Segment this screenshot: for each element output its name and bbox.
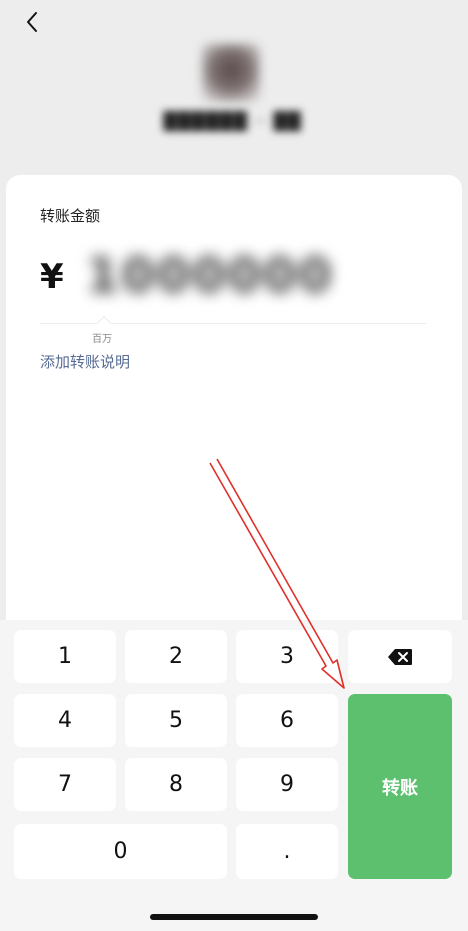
delete-button[interactable] xyxy=(348,630,452,683)
key-1[interactable]: 1 xyxy=(14,630,116,683)
number-keypad: 1 2 3 4 5 6 7 8 9 0 . 转账 xyxy=(0,620,468,931)
home-indicator xyxy=(150,914,318,920)
amount-label: 转账金额 xyxy=(40,207,101,225)
unit-hint: 百万 xyxy=(92,334,112,345)
currency-symbol: ¥ xyxy=(40,257,64,297)
key-6[interactable]: 6 xyxy=(236,694,338,747)
chevron-left-icon xyxy=(27,12,37,32)
back-button[interactable] xyxy=(16,6,48,38)
key-4[interactable]: 4 xyxy=(14,694,116,747)
recipient-name: ██████ ·· ██ xyxy=(163,112,302,132)
add-note-link[interactable]: 添加转账说明 xyxy=(40,351,130,372)
key-5[interactable]: 5 xyxy=(125,694,227,747)
transfer-submit-button[interactable]: 转账 xyxy=(348,694,452,879)
key-7[interactable]: 7 xyxy=(14,758,116,811)
transfer-card: 转账金额 ¥ 1000000 百万 添加转账说明 xyxy=(6,175,462,620)
key-decimal[interactable]: . xyxy=(236,824,338,879)
key-8[interactable]: 8 xyxy=(125,758,227,811)
amount-input[interactable]: 1000000 xyxy=(86,245,356,307)
backspace-icon xyxy=(388,648,412,665)
key-2[interactable]: 2 xyxy=(125,630,227,683)
key-3[interactable]: 3 xyxy=(236,630,338,683)
key-9[interactable]: 9 xyxy=(236,758,338,811)
key-0[interactable]: 0 xyxy=(14,824,227,879)
unit-hint-pointer xyxy=(96,315,112,331)
avatar xyxy=(202,44,260,102)
